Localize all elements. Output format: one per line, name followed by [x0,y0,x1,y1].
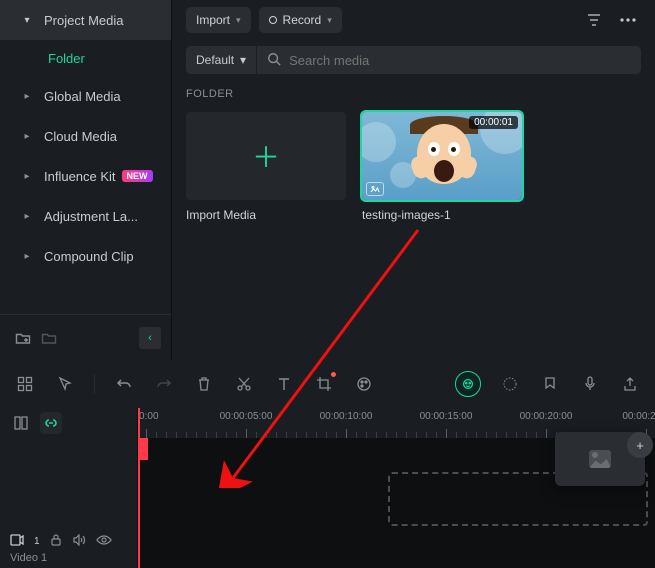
sort-dropdown[interactable]: Default ▾ [186,46,257,74]
sidebar-item-adjustment-layer[interactable]: ▸ Adjustment La... [0,196,171,236]
mute-icon[interactable] [72,534,86,549]
timeline-toolbar [0,360,655,408]
cut-button[interactable] [233,373,255,395]
chevron-down-icon: ▾ [240,53,246,67]
sort-label: Default [196,53,234,67]
duration-badge: 00:00:01 [469,116,518,129]
grid-tool-icon[interactable] [14,373,36,395]
import-button[interactable]: Import ▾ [186,7,251,33]
collapse-sidebar-button[interactable]: ‹ [139,327,161,349]
sidebar-item-global-media[interactable]: ▸ Global Media [0,76,171,116]
sidebar-item-label: Cloud Media [44,129,117,144]
image-type-icon [366,182,384,196]
voiceover-icon[interactable] [579,373,601,395]
lock-icon[interactable] [50,534,62,549]
record-icon [269,16,277,24]
card-label: testing-images-1 [362,208,522,222]
timecode-label: 00:00:20:00 [520,411,573,422]
record-label: Record [283,13,322,27]
chevron-down-icon: ▾ [236,15,241,26]
chevron-down-icon: ▾ [327,15,332,26]
chevron-right-icon: ▸ [20,211,34,222]
playhead-handle[interactable] [138,438,148,460]
sidebar-item-project-media[interactable]: ▾ Project Media [0,0,171,40]
import-label: Import [196,13,230,27]
chevron-down-icon: ▾ [20,15,34,26]
new-bin-button[interactable] [36,325,62,351]
timeline-tracks[interactable]: 00:00 00:00:05:00 00:00:10:00 00:00:15:00 00… [138,408,655,568]
delete-button[interactable] [193,373,215,395]
sidebar-item-influence-kit[interactable]: ▸ Influence Kit NEW [0,156,171,196]
clip-thumbnail[interactable]: 00:00:01 [362,112,522,200]
image-icon [589,450,611,468]
media-clip-card[interactable]: 00:00:01 testing-images-1 [362,112,522,222]
chevron-right-icon: ▸ [20,251,34,262]
timecode-label: 00:00:10:00 [320,411,373,422]
chevron-right-icon: ▸ [20,171,34,182]
filter-button[interactable] [581,7,607,33]
video-track-icon [10,534,24,549]
search-bar: Default ▾ [186,46,641,74]
section-heading: FOLDER [186,88,641,100]
timecode-label: 00:00 [138,411,159,422]
text-button[interactable] [273,373,295,395]
plus-icon: ＋ [252,136,280,176]
track-header-panel: 1 Video 1 [0,408,138,568]
visibility-icon[interactable] [96,534,112,549]
undo-button[interactable] [113,373,135,395]
timecode-label: 00:00:15:00 [420,411,473,422]
link-toggle-icon[interactable] [40,412,62,434]
pointer-tool-icon[interactable] [54,373,76,395]
color-button[interactable] [353,373,375,395]
sidebar-sub-label: Folder [48,51,85,66]
sidebar-item-label: Compound Clip [44,249,134,264]
sidebar-item-cloud-media[interactable]: ▸ Cloud Media [0,116,171,156]
marker-icon[interactable] [539,373,561,395]
timecode-label: 00:00:05:00 [220,411,273,422]
sidebar-bottom-bar: ‹ [0,314,171,360]
sidebar: ▾ Project Media Folder ▸ Global Media ▸ … [0,0,172,360]
track-header[interactable]: 1 Video 1 [0,524,137,568]
timeline-panel: 1 Video 1 00:0000:00:05:0000:00:10:0000:… [0,360,655,568]
timecode-label: 00:00:25:0 [622,411,655,422]
media-panel: Import ▾ Record ▾ Default ▾ [172,0,655,360]
playhead[interactable] [138,408,140,568]
export-icon[interactable] [619,373,641,395]
new-badge: NEW [122,170,153,182]
track-index: 1 [34,536,40,547]
chevron-right-icon: ▸ [20,131,34,142]
record-button[interactable]: Record ▾ [259,7,342,33]
more-button[interactable] [615,7,641,33]
ai-assistant-button[interactable] [455,371,481,397]
sidebar-sub-folder[interactable]: Folder [0,40,171,76]
crop-button[interactable] [313,373,335,395]
sidebar-item-compound-clip[interactable]: ▸ Compound Clip [0,236,171,276]
layout-toggle-icon[interactable] [10,412,32,434]
search-input[interactable] [289,53,631,68]
import-media-card[interactable]: ＋ Import Media [186,112,346,222]
sidebar-item-label: Project Media [44,13,123,28]
redo-button[interactable] [153,373,175,395]
add-track-button[interactable]: + [627,432,653,458]
search-icon [267,52,281,69]
track-name: Video 1 [10,552,127,564]
chevron-right-icon: ▸ [20,91,34,102]
sidebar-item-label: Influence Kit [44,169,116,184]
sidebar-item-label: Adjustment La... [44,209,138,224]
new-folder-button[interactable] [10,325,36,351]
card-label: Import Media [186,208,346,222]
sidebar-item-label: Global Media [44,89,121,104]
settings-icon[interactable] [499,373,521,395]
